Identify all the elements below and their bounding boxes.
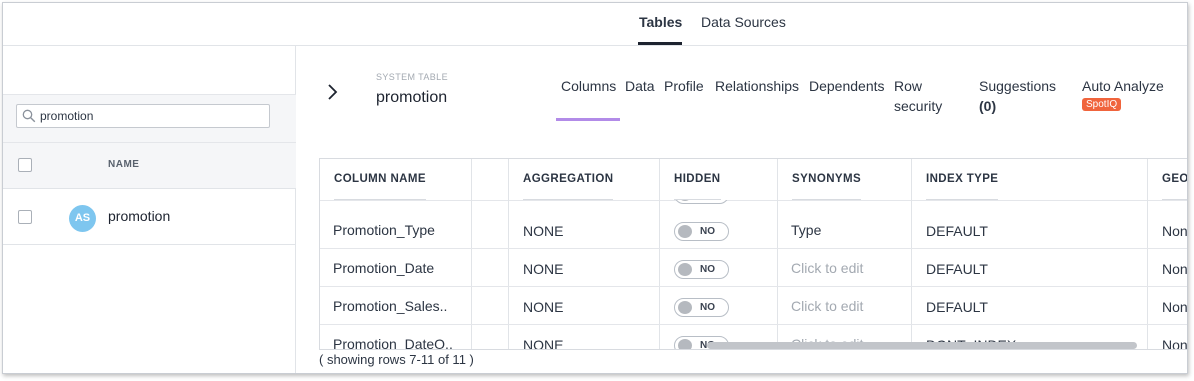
row-divider bbox=[320, 286, 1187, 287]
toggle-knob bbox=[678, 301, 692, 314]
hidden-toggle[interactable]: NO bbox=[674, 298, 729, 317]
column-divider bbox=[659, 159, 660, 349]
list-header: NAME bbox=[3, 143, 296, 189]
geo-cell[interactable]: None bbox=[1162, 223, 1187, 239]
tab-columns[interactable]: Columns bbox=[561, 76, 616, 96]
row-count-status: ( showing rows 7-11 of 11 ) bbox=[319, 352, 474, 367]
select-all-checkbox[interactable] bbox=[18, 158, 32, 172]
tab-data-sources[interactable]: Data Sources bbox=[701, 14, 786, 30]
toggle-label: NO bbox=[700, 226, 715, 237]
column-header-name[interactable]: COLUMN NAME bbox=[334, 159, 426, 200]
geo-cell[interactable]: None bbox=[1162, 261, 1187, 277]
tab-tables[interactable]: Tables bbox=[639, 14, 682, 30]
search-value: promotion bbox=[40, 109, 94, 123]
columns-table: COLUMN NAME AGGREGATION HIDDEN SYNONYMS … bbox=[319, 158, 1187, 350]
list-item[interactable]: AS promotion bbox=[3, 189, 296, 245]
tab-dependents[interactable]: Dependents bbox=[809, 76, 885, 96]
tab-data[interactable]: Data bbox=[625, 76, 655, 96]
table-name-link[interactable]: promotion bbox=[108, 208, 170, 224]
header-divider bbox=[320, 200, 1187, 201]
hidden-toggle[interactable]: NO bbox=[674, 222, 729, 241]
search-input[interactable]: promotion bbox=[16, 104, 270, 128]
column-name-cell[interactable]: Promotion_Date bbox=[333, 260, 434, 276]
column-divider bbox=[911, 159, 912, 349]
toggle-label: NO bbox=[700, 302, 715, 313]
column-name-cell[interactable]: Promotion_Type bbox=[333, 222, 435, 238]
synonyms-cell[interactable]: Click to edit bbox=[791, 260, 863, 276]
tab-profile[interactable]: Profile bbox=[664, 76, 704, 96]
chevron-right-icon[interactable] bbox=[327, 83, 339, 107]
aggregation-cell[interactable]: NONE bbox=[523, 299, 563, 315]
column-divider bbox=[471, 159, 472, 349]
table-list-panel: promotion NAME AS promotion bbox=[3, 46, 296, 373]
column-header-synonyms[interactable]: SYNONYMS bbox=[792, 159, 862, 200]
tab-row-security-line2: security bbox=[894, 98, 943, 114]
aggregation-cell[interactable]: NONE bbox=[523, 223, 563, 239]
column-header-hidden[interactable]: HIDDEN bbox=[674, 159, 721, 200]
synonyms-cell[interactable]: Click to edit bbox=[791, 298, 863, 314]
synonyms-cell[interactable]: Type bbox=[791, 222, 821, 238]
toggle-label: NO bbox=[700, 264, 715, 275]
hidden-toggle[interactable]: NO bbox=[674, 260, 729, 279]
spotiq-badge: SpotIQ bbox=[1082, 98, 1122, 111]
search-bar: promotion bbox=[3, 94, 296, 143]
index-type-cell[interactable]: DEFAULT bbox=[926, 223, 988, 239]
toggle-knob bbox=[678, 263, 692, 276]
row-divider bbox=[320, 248, 1187, 249]
aggregation-cell[interactable]: NONE bbox=[523, 261, 563, 277]
row-checkbox[interactable] bbox=[18, 210, 32, 224]
index-type-cell[interactable]: DEFAULT bbox=[926, 261, 988, 277]
table-kind-label: SYSTEM TABLE bbox=[376, 72, 448, 82]
column-divider bbox=[1147, 159, 1148, 349]
column-header-index-type[interactable]: INDEX TYPE bbox=[926, 159, 999, 200]
avatar: AS bbox=[69, 205, 96, 232]
toggle-knob bbox=[678, 339, 692, 349]
index-type-cell[interactable]: DEFAULT bbox=[926, 299, 988, 315]
active-tab-indicator bbox=[556, 118, 620, 121]
tab-auto-analyze[interactable]: Auto Analyze SpotIQ bbox=[1082, 76, 1182, 116]
column-divider bbox=[508, 159, 509, 349]
name-column-header[interactable]: NAME bbox=[108, 159, 139, 170]
geo-cell[interactable]: None bbox=[1162, 299, 1187, 315]
active-tab-indicator bbox=[638, 42, 682, 45]
column-name-cell[interactable]: Promotion_DateO.. bbox=[333, 336, 453, 349]
tab-row-security-line1: Row bbox=[894, 78, 923, 94]
tab-relationships[interactable]: Relationships bbox=[715, 76, 799, 96]
tab-suggestions-label: Suggestions bbox=[979, 78, 1057, 94]
app-window: Tables Data Sources promotion NAME AS pr… bbox=[2, 2, 1188, 374]
tab-row-security[interactable]: Row security bbox=[894, 76, 942, 116]
table-detail-panel: SYSTEM TABLE promotion Columns Data Prof… bbox=[297, 46, 1187, 373]
tab-auto-analyze-label: Auto Analyze bbox=[1082, 78, 1164, 94]
page-title: promotion bbox=[376, 89, 448, 106]
column-name-cell[interactable]: Promotion_Sales.. bbox=[333, 298, 447, 314]
column-header-aggregation[interactable]: AGGREGATION bbox=[523, 159, 614, 200]
toggle-knob bbox=[678, 225, 692, 238]
column-header-geo[interactable]: GEO bbox=[1162, 159, 1187, 200]
geo-cell[interactable]: None bbox=[1162, 337, 1187, 349]
suggestions-count: (0) bbox=[979, 98, 997, 114]
top-nav: Tables Data Sources bbox=[3, 3, 1187, 46]
column-divider bbox=[777, 159, 778, 349]
search-icon bbox=[22, 109, 36, 123]
row-divider bbox=[320, 324, 1187, 325]
aggregation-cell[interactable]: NONE bbox=[523, 337, 563, 349]
tab-suggestions[interactable]: Suggestions (0) bbox=[979, 76, 1056, 116]
horizontal-scrollbar[interactable] bbox=[707, 342, 1137, 349]
